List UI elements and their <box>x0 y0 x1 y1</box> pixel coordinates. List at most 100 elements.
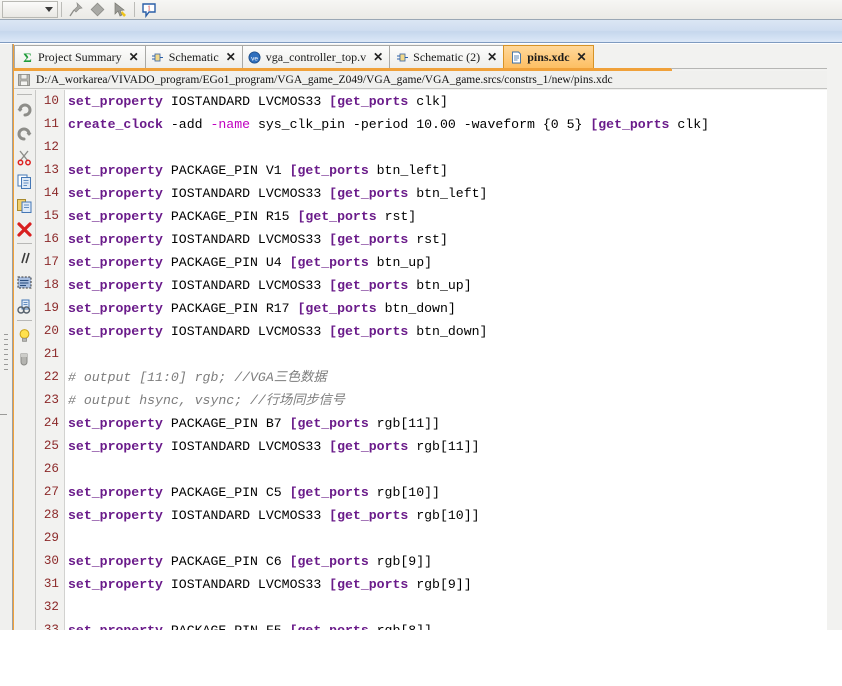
code-token: # output [11:0] rgb; //VGA三色数据 <box>68 370 327 385</box>
lightbulb-icon[interactable] <box>14 323 35 347</box>
code-line-text: set_property IOSTANDARD LVCMOS33 [get_po… <box>64 435 480 458</box>
code-token: rgb[9]] <box>369 554 432 569</box>
code-line[interactable]: 30set_property PACKAGE_PIN C6 [get_ports… <box>37 550 827 573</box>
code-line[interactable]: 12 <box>37 136 827 159</box>
dock-drag-handle[interactable] <box>4 334 8 374</box>
side-toolbar-rule-2 <box>17 243 32 244</box>
code-line[interactable]: 18set_property IOSTANDARD LVCMOS33 [get_… <box>37 274 827 297</box>
code-token: set_property <box>68 232 163 247</box>
code-line-text: set_property IOSTANDARD LVCMOS33 [get_po… <box>64 573 472 596</box>
code-token: [get_ports <box>290 163 369 178</box>
code-token: clk] <box>408 94 448 109</box>
line-number: 18 <box>37 274 64 297</box>
undo-icon[interactable] <box>14 97 35 121</box>
code-token: btn_up] <box>408 278 471 293</box>
code-token: [get_ports <box>298 209 377 224</box>
code-token: IOSTANDARD LVCMOS33 <box>163 508 329 523</box>
redo-icon[interactable] <box>14 121 35 145</box>
tab-close-icon[interactable]: ✕ <box>373 51 383 63</box>
comment-slashes-icon[interactable] <box>14 246 35 270</box>
toolbar-combobox[interactable] <box>2 1 58 18</box>
code-line[interactable]: 31set_property IOSTANDARD LVCMOS33 [get_… <box>37 573 827 596</box>
code-line-text: set_property IOSTANDARD LVCMOS33 [get_po… <box>64 90 448 113</box>
code-token: -name <box>210 117 250 132</box>
code-token: PACKAGE_PIN V1 <box>163 163 290 178</box>
file-path-bar: D:/A_workarea/VIVADO_program/EGo1_progra… <box>14 71 827 89</box>
left-dock-strip[interactable] <box>0 44 13 672</box>
code-line-text: set_property IOSTANDARD LVCMOS33 [get_po… <box>64 274 472 297</box>
code-line[interactable]: 20set_property IOSTANDARD LVCMOS33 [get_… <box>37 320 827 343</box>
tab-close-icon[interactable]: ✕ <box>487 51 497 63</box>
tab-label: vga_controller_top.v <box>266 50 366 65</box>
find-binoculars-icon[interactable] <box>14 294 35 318</box>
code-token: [get_ports <box>329 232 408 247</box>
code-line[interactable]: 27set_property PACKAGE_PIN C5 [get_ports… <box>37 481 827 504</box>
editor-side-toolbar <box>14 90 36 672</box>
code-token: IOSTANDARD LVCMOS33 <box>163 94 329 109</box>
code-line[interactable]: 23# output hsync, vsync; //行场同步信号 <box>37 389 827 412</box>
tab-project-summary[interactable]: Σ Project Summary ✕ <box>14 45 146 68</box>
code-token: [get_ports <box>329 508 408 523</box>
code-line[interactable]: 16set_property IOSTANDARD LVCMOS33 [get_… <box>37 228 827 251</box>
bottom-status-strip <box>0 630 842 686</box>
paste-icon[interactable] <box>14 193 35 217</box>
select-block-icon[interactable] <box>14 270 35 294</box>
save-disk-icon[interactable] <box>16 72 32 88</box>
code-line[interactable]: 29 <box>37 527 827 550</box>
code-line[interactable]: 32 <box>37 596 827 619</box>
dock-tick <box>0 414 7 415</box>
copy-icon[interactable] <box>14 169 35 193</box>
code-line[interactable]: 15set_property PACKAGE_PIN R15 [get_port… <box>37 205 827 228</box>
line-number: 30 <box>37 550 64 573</box>
code-line[interactable]: 22# output [11:0] rgb; //VGA三色数据 <box>37 366 827 389</box>
line-number: 25 <box>37 435 64 458</box>
code-editor-area[interactable]: 10set_property IOSTANDARD LVCMOS33 [get_… <box>37 90 827 672</box>
editor-frame: Σ Project Summary ✕ Schematic ✕ <box>0 44 842 686</box>
delete-x-icon[interactable] <box>14 217 35 241</box>
code-line[interactable]: 11create_clock -add -name sys_clk_pin -p… <box>37 113 827 136</box>
line-number: 13 <box>37 159 64 182</box>
code-token: set_property <box>68 554 163 569</box>
code-token: rgb[9]] <box>408 577 471 592</box>
line-number: 23 <box>37 389 64 412</box>
code-token: [get_ports <box>290 416 369 431</box>
pin-icon[interactable] <box>65 1 87 19</box>
tab-pins-xdc[interactable]: pins.xdc ✕ <box>503 45 593 68</box>
code-line[interactable]: 26 <box>37 458 827 481</box>
vivado-text-editor-window: 1 Σ Project Summary ✕ <box>0 0 842 686</box>
tab-close-icon[interactable]: ✕ <box>129 51 139 63</box>
code-token: set_property <box>68 485 163 500</box>
diamond-icon[interactable] <box>87 1 109 19</box>
code-line[interactable]: 19set_property PACKAGE_PIN R17 [get_port… <box>37 297 827 320</box>
code-token: [get_ports <box>590 117 669 132</box>
code-line[interactable]: 17set_property PACKAGE_PIN U4 [get_ports… <box>37 251 827 274</box>
code-token: set_property <box>68 255 163 270</box>
code-token: IOSTANDARD LVCMOS33 <box>163 186 329 201</box>
tab-schematic[interactable]: Schematic ✕ <box>145 45 243 68</box>
code-line[interactable]: 10set_property IOSTANDARD LVCMOS33 [get_… <box>37 90 827 113</box>
code-line[interactable]: 24set_property PACKAGE_PIN B7 [get_ports… <box>37 412 827 435</box>
side-toolbar-rule <box>17 94 32 95</box>
code-line[interactable]: 21 <box>37 343 827 366</box>
cut-scissors-icon[interactable] <box>14 145 35 169</box>
tab-close-icon[interactable]: ✕ <box>577 51 587 63</box>
tab-schematic-2[interactable]: Schematic (2) ✕ <box>389 45 504 68</box>
xdc-file-icon <box>509 50 523 64</box>
code-line[interactable]: 28set_property IOSTANDARD LVCMOS33 [get_… <box>37 504 827 527</box>
eraser-icon[interactable] <box>14 347 35 371</box>
tab-close-icon[interactable]: ✕ <box>226 51 236 63</box>
code-token: [get_ports <box>298 301 377 316</box>
side-toolbar-rule-3 <box>17 320 32 321</box>
code-token: create_clock <box>68 117 163 132</box>
cursor-arrow-icon[interactable] <box>109 1 131 19</box>
tab-vga-controller-top-v[interactable]: ve vga_controller_top.v ✕ <box>242 45 390 68</box>
line-number: 12 <box>37 136 64 159</box>
line-number: 14 <box>37 182 64 205</box>
code-line[interactable]: 25set_property IOSTANDARD LVCMOS33 [get_… <box>37 435 827 458</box>
code-token: set_property <box>68 439 163 454</box>
code-line[interactable]: 13set_property PACKAGE_PIN V1 [get_ports… <box>37 159 827 182</box>
comment-bubble-icon[interactable]: 1 <box>138 1 160 19</box>
tab-label: Project Summary <box>38 50 122 65</box>
code-token: -add <box>163 117 210 132</box>
code-line[interactable]: 14set_property IOSTANDARD LVCMOS33 [get_… <box>37 182 827 205</box>
